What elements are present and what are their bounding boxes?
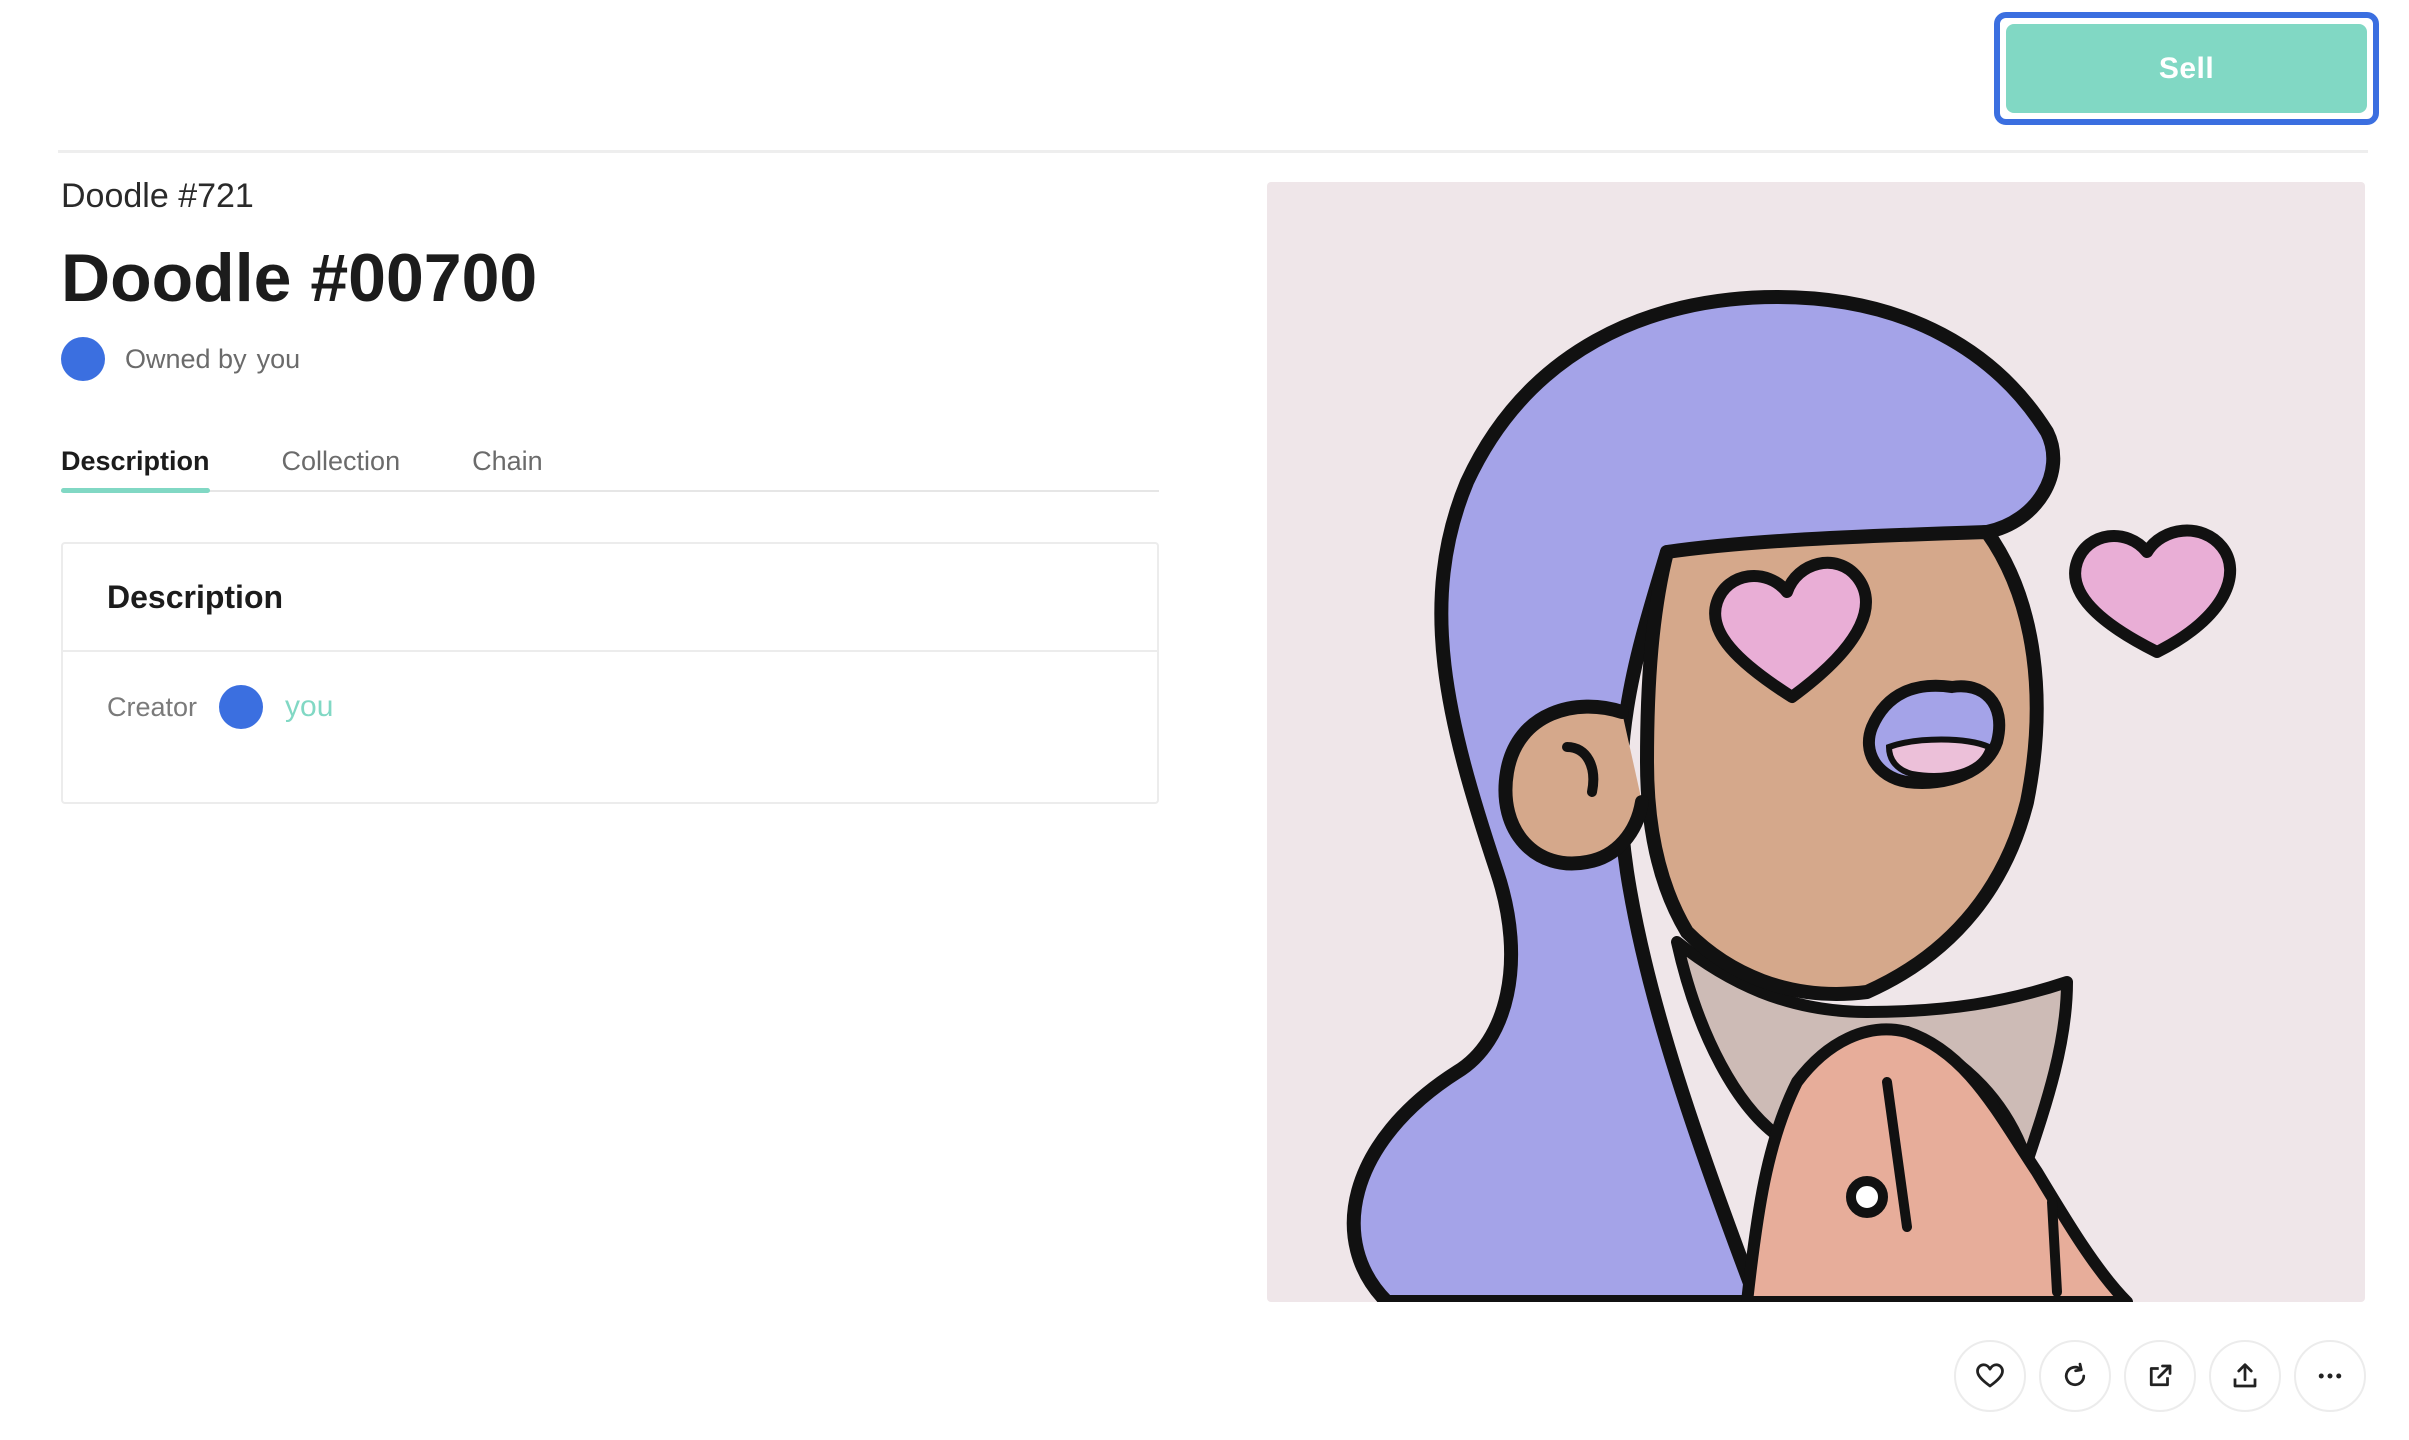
creator-link[interactable]: you xyxy=(285,690,333,724)
page-title: Doodle #00700 xyxy=(61,240,538,316)
share-icon xyxy=(2233,1363,2257,1388)
doodle-illustration xyxy=(1346,290,2237,1302)
description-card: Description Creator you xyxy=(61,542,1159,804)
creator-row: Creator you xyxy=(63,652,1157,762)
button-dot xyxy=(1846,1176,1888,1218)
owner-link[interactable]: you xyxy=(257,344,301,374)
tab-chain[interactable]: Chain xyxy=(472,442,543,490)
owner-avatar[interactable] xyxy=(61,337,105,381)
tab-collection[interactable]: Collection xyxy=(282,442,401,490)
asset-details-panel: Doodle #721 Doodle #00700 Owned by you De… xyxy=(61,170,1161,804)
ear-shape xyxy=(1498,699,1649,871)
creator-label: Creator xyxy=(107,691,198,722)
refresh-button[interactable] xyxy=(2039,1340,2111,1412)
body-shape xyxy=(1741,1023,2133,1302)
tab-bar: Description Collection Chain xyxy=(61,442,1159,493)
creator-avatar[interactable] xyxy=(219,685,264,729)
sell-button[interactable]: Sell xyxy=(1994,12,2379,125)
external-link-icon xyxy=(2149,1364,2172,1387)
tab-description[interactable]: Description xyxy=(61,442,210,493)
top-bar: Sell xyxy=(0,0,2409,153)
owner-text: Owned by you xyxy=(125,344,300,375)
sell-button-label: Sell xyxy=(2006,24,2367,113)
refresh-icon xyxy=(2064,1362,2086,1387)
owned-by-label: Owned by xyxy=(125,343,247,374)
description-heading: Description xyxy=(63,544,1157,652)
action-toolbar xyxy=(1954,1340,2379,1412)
external-link-button[interactable] xyxy=(2124,1340,2196,1412)
favorite-button[interactable] xyxy=(1954,1340,2026,1412)
floating-heart-icon xyxy=(2069,524,2237,658)
more-options-button[interactable] xyxy=(2294,1340,2366,1412)
nft-artwork[interactable] xyxy=(1267,182,2365,1302)
header-divider xyxy=(58,150,2368,153)
body-line-2 xyxy=(2047,1197,2062,1297)
share-button[interactable] xyxy=(2209,1340,2281,1412)
owner-row: Owned by you xyxy=(61,334,1161,384)
heart-icon xyxy=(1976,1363,2004,1388)
more-icon xyxy=(2318,1373,2342,1379)
collection-name[interactable]: Doodle #721 xyxy=(61,176,1161,216)
